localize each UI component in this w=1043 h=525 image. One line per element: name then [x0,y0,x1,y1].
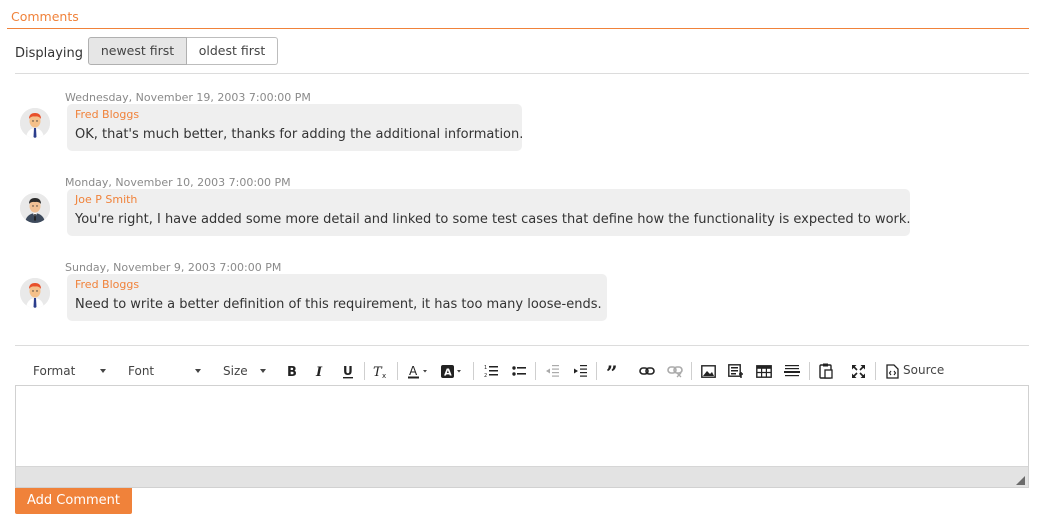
editor-divider [15,345,1029,346]
svg-text:x: x [382,372,386,379]
toolbar-separator [364,362,365,380]
toolbar-separator [596,362,597,380]
chevron-down-icon [100,369,106,373]
svg-text:”: ” [606,364,618,378]
editor-status-bar [16,466,1028,487]
toolbar-separator [535,362,536,380]
source-icon[interactable] [881,360,903,382]
editor-content[interactable] [16,386,1028,466]
joe-avatar-icon [20,193,50,223]
svg-text:A: A [444,367,452,378]
comment-text: Need to write a better definition of thi… [75,297,602,312]
comment-date: Monday, November 10, 2003 7:00:00 PM [65,176,291,189]
underline-icon[interactable]: U [337,360,359,382]
comment-author[interactable]: Fred Bloggs [75,278,599,292]
bulleted-list-icon[interactable] [508,360,530,382]
resize-handle-icon[interactable] [1016,476,1025,485]
numbered-list-icon[interactable]: 12 [480,360,502,382]
unlink-icon[interactable] [664,360,686,382]
toolbar-separator [473,362,474,380]
comment-text: You're right, I have added some more det… [75,212,911,227]
sort-newest-first-button[interactable]: newest first [88,37,187,65]
decrease-indent-icon[interactable] [541,360,563,382]
comment-bubble: Joe P Smith You're right, I have added s… [67,189,911,236]
table-icon[interactable] [753,360,775,382]
font-label: Font [128,364,155,378]
fred-avatar-icon [20,278,50,308]
comment-text: OK, that's much better, thanks for addin… [75,127,524,142]
comment-author[interactable]: Fred Bloggs [75,108,514,122]
image-icon[interactable] [697,360,719,382]
svg-text:B: B [287,365,297,378]
section-divider [7,28,1029,29]
toolbar-separator [691,362,692,380]
comment-date: Sunday, November 9, 2003 7:00:00 PM [65,261,282,274]
editor-toolbar: Format Font Size B I U Tx A A 12 ” Sourc… [15,358,1029,384]
comments-list-divider [15,73,1029,74]
comment-date: Wednesday, November 19, 2003 7:00:00 PM [65,91,311,104]
comment-bubble: Fred Bloggs OK, that's much better, than… [67,104,524,151]
horizontal-line-icon[interactable] [781,360,803,382]
svg-text:U: U [343,364,353,378]
image-gallery-icon[interactable] [725,360,747,382]
maximize-icon[interactable] [847,360,869,382]
svg-text:I: I [315,365,323,378]
comment-author[interactable]: Joe P Smith [75,193,902,207]
displaying-label: Displaying [15,46,84,61]
sort-oldest-first-button[interactable]: oldest first [187,37,278,65]
svg-text:A: A [409,364,418,378]
sort-toggle-group: newest first oldest first [88,37,278,65]
format-dropdown[interactable]: Format [33,358,111,384]
toolbar-separator [809,362,810,380]
remove-format-icon[interactable]: Tx [369,360,391,382]
comment-bubble: Fred Bloggs Need to write a better defin… [67,274,607,321]
toolbar-separator [875,362,876,380]
link-icon[interactable] [636,360,658,382]
font-dropdown[interactable]: Font [128,358,206,384]
comment-editor-textarea[interactable] [15,385,1029,488]
add-comment-button[interactable]: Add Comment [15,488,132,514]
size-dropdown[interactable]: Size [223,358,271,384]
fred-avatar-icon [20,108,50,138]
svg-text:1: 1 [484,365,487,371]
text-color-icon[interactable]: A [405,360,431,382]
chevron-down-icon [195,369,201,373]
italic-icon[interactable]: I [309,360,331,382]
background-color-icon[interactable]: A [439,360,465,382]
bold-icon[interactable]: B [281,360,303,382]
toolbar-separator [397,362,398,380]
svg-text:2: 2 [484,373,487,378]
chevron-down-icon [260,369,266,373]
source-button-label[interactable]: Source [903,363,944,377]
size-label: Size [223,364,248,378]
format-label: Format [33,364,76,378]
blockquote-icon[interactable]: ” [603,360,625,382]
paste-icon[interactable] [815,360,837,382]
comments-section-title: Comments [11,9,79,24]
increase-indent-icon[interactable] [569,360,591,382]
